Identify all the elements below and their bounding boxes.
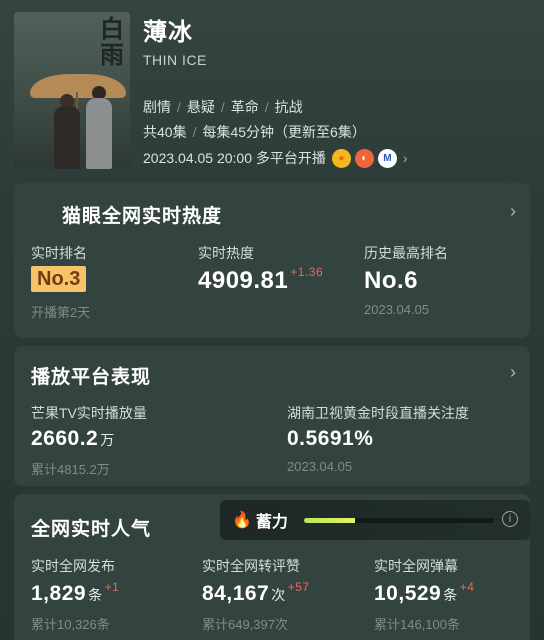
heat-card-title: 猫眼全网实时热度 xyxy=(62,206,223,227)
danmu-value-row: 10,529 条 +4 xyxy=(374,580,475,606)
chevron-right-icon[interactable]: › xyxy=(510,362,516,383)
genre-tag: 悬疑 xyxy=(186,99,215,115)
post-label: 实时全网发布 xyxy=(31,558,115,574)
hunan-label: 湖南卫视黄金时段直播关注度 xyxy=(287,405,469,421)
heat-value: 4909.81 xyxy=(198,267,289,294)
show-subtitle: THIN ICE xyxy=(143,52,207,68)
fire-icon: 🔥 xyxy=(232,512,252,529)
mango-unit: 万 xyxy=(100,432,115,448)
airing-text: 2023.04.05 20:00 多平台开播 xyxy=(143,150,326,166)
poster-title-glyph: 白 雨 xyxy=(100,14,124,69)
rank-value: No.3 xyxy=(31,266,87,292)
post-unit: 条 xyxy=(88,587,103,603)
danmu-unit: 条 xyxy=(443,587,458,603)
repost-delta: +57 xyxy=(287,580,310,594)
platform-card[interactable]: 播放平台表现 › 芒果TV实时播放量 2660.2 万 累计4815.2万 湖南卫… xyxy=(14,346,530,486)
heat-card[interactable]: 猫眼全网实时热度 › 实时排名 No.3 开播第2天 实时热度 4909.81 +… xyxy=(14,183,530,338)
charge-bar[interactable]: 🔥 蓄力 i xyxy=(220,500,530,540)
best-rank-date: 2023.04.05 xyxy=(364,302,430,317)
rank-sub: 开播第2天 xyxy=(31,305,91,320)
poster-umbrella xyxy=(30,74,126,98)
charge-progress-fill xyxy=(304,518,356,523)
separator: / xyxy=(264,99,269,115)
post-total: 累计10,326条 xyxy=(31,617,110,632)
rank-badge: No.3 xyxy=(31,266,87,292)
heat-value-row: 4909.81 +1.36 xyxy=(198,265,324,295)
charge-progress-track xyxy=(304,518,494,523)
poster-figure xyxy=(86,98,112,169)
separator: / xyxy=(220,99,225,115)
danmu-value: 10,529 xyxy=(374,582,442,605)
episode-duration: 每集45分钟（更新至6集） xyxy=(202,124,366,140)
heat-label: 实时热度 xyxy=(198,245,254,261)
genre-tags: 剧情 / 悬疑 / 革命 / 抗战 xyxy=(143,97,303,117)
repost-value: 84,167 xyxy=(202,582,270,605)
rank-label: 实时排名 xyxy=(31,245,87,261)
repost-total: 累计649,397次 xyxy=(202,617,288,632)
genre-tag: 剧情 xyxy=(143,99,171,115)
poster-figure xyxy=(54,106,80,169)
post-value: 1,829 xyxy=(31,582,87,605)
hunan-tv-icon: ◐ xyxy=(354,148,374,168)
chevron-right-icon[interactable]: › xyxy=(510,201,516,222)
danmu-label: 实时全网弹幕 xyxy=(374,558,458,574)
best-rank-value: No.6 xyxy=(364,267,419,294)
airing-row[interactable]: 2023.04.05 20:00 多平台开播 ● ◐ M › xyxy=(143,148,408,168)
popularity-card-title: 全网实时人气 xyxy=(31,519,152,540)
mango-value: 2660.2 xyxy=(31,427,99,450)
danmu-delta: +4 xyxy=(459,580,475,594)
show-title: 薄冰 xyxy=(143,19,193,46)
best-rank-label: 历史最高排名 xyxy=(364,245,448,261)
chevron-right-icon[interactable]: › xyxy=(403,150,408,166)
repost-value-row: 84,167 次 +57 xyxy=(202,580,310,606)
hunan-value: 0.5691% xyxy=(287,427,374,450)
info-icon[interactable]: i xyxy=(502,511,518,527)
show-header: 白 雨 薄冰 THIN ICE 剧情 / 悬疑 / 革命 / 抗战 共40集 / 每集45分钟（… xyxy=(0,0,544,175)
mango-value-row: 2660.2 万 xyxy=(31,427,115,451)
m-platform-icon: M xyxy=(377,148,397,168)
mango-total: 累计4815.2万 xyxy=(31,462,110,477)
hunan-date: 2023.04.05 xyxy=(287,459,353,474)
genre-tag: 革命 xyxy=(230,99,259,115)
episode-info: 共40集 / 每集45分钟（更新至6集） xyxy=(143,122,366,142)
mango-label: 芒果TV实时播放量 xyxy=(31,405,147,421)
separator: / xyxy=(177,99,181,115)
charge-label: 蓄力 xyxy=(255,514,288,531)
post-delta: +1 xyxy=(104,580,120,594)
platform-card-title: 播放平台表现 xyxy=(31,367,152,388)
show-poster[interactable]: 白 雨 xyxy=(14,12,130,169)
mango-tv-icon: ● xyxy=(331,148,351,168)
post-value-row: 1,829 条 +1 xyxy=(31,580,120,606)
genre-tag: 抗战 xyxy=(274,99,303,115)
repost-unit: 次 xyxy=(271,587,286,603)
separator: / xyxy=(192,124,197,140)
repost-label: 实时全网转评赞 xyxy=(202,558,300,574)
heat-delta: +1.36 xyxy=(290,265,324,279)
episode-count: 共40集 xyxy=(143,124,187,140)
danmu-total: 累计146,100条 xyxy=(374,617,460,632)
